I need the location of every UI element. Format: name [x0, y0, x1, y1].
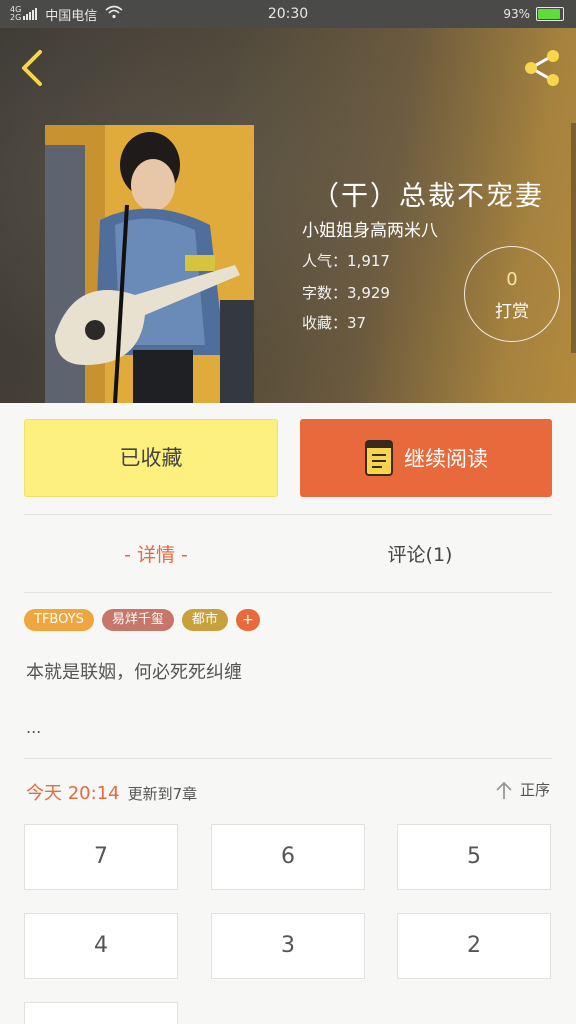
sort-toggle[interactable]: 正序	[494, 779, 550, 800]
word-count-stat: 字数：3,929	[302, 284, 390, 302]
add-tag-button[interactable]: +	[235, 609, 260, 631]
divider	[24, 758, 552, 759]
divider	[24, 514, 552, 515]
battery-percent: 93%	[503, 7, 530, 21]
arrow-up-icon	[496, 781, 512, 799]
divider	[24, 592, 552, 593]
continue-reading-button[interactable]: 继续阅读	[300, 419, 552, 497]
tab-detail[interactable]: - 详情 -	[24, 540, 288, 567]
status-bar: 4G 2G 中国电信 20:30 93%	[0, 0, 576, 28]
chapter-button[interactable]: 4	[24, 913, 178, 979]
book-header: （干）总裁不宠妻 小姐姐身高两米八 人气：1,917 字数：3,929 收藏：3…	[0, 28, 576, 403]
description-more[interactable]: ...	[26, 718, 41, 737]
favorites-stat: 收藏：37	[302, 314, 367, 332]
reward-button[interactable]: 0 打赏	[464, 246, 560, 342]
update-info: 今天 20:14 更新到7章	[26, 779, 197, 805]
update-time: 今天 20:14	[26, 783, 120, 804]
chapter-button[interactable]	[24, 1002, 178, 1024]
tag-item[interactable]: TFBOYS	[24, 609, 94, 631]
book-cover-image[interactable]	[45, 125, 254, 403]
book-description: 本就是联姻，何必死死纠缠	[26, 662, 242, 683]
reward-count: 0	[506, 269, 518, 290]
update-text: 更新到7章	[127, 785, 198, 803]
back-arrow-icon[interactable]	[16, 48, 50, 88]
chapter-button[interactable]: 7	[24, 824, 178, 890]
book-title: （干）总裁不宠妻	[312, 181, 544, 212]
tag-list: TFBOYS 易烊千玺 都市 +	[24, 609, 260, 631]
chapter-button[interactable]: 5	[397, 824, 551, 890]
sort-label: 正序	[519, 781, 550, 799]
book-author[interactable]: 小姐姐身高两米八	[302, 216, 438, 241]
chapter-button[interactable]: 3	[211, 913, 365, 979]
tag-item[interactable]: 都市	[181, 609, 228, 631]
reward-label: 打赏	[495, 302, 529, 322]
book-icon	[365, 440, 393, 476]
continue-reading-label: 继续阅读	[404, 447, 488, 471]
chapter-button[interactable]: 6	[211, 824, 365, 890]
battery-icon	[536, 7, 564, 21]
clock: 20:30	[267, 6, 309, 22]
chapter-button[interactable]: 2	[397, 913, 551, 979]
tab-comments[interactable]: 评论(1)	[288, 540, 552, 567]
tag-item[interactable]: 易烊千玺	[101, 609, 174, 631]
popularity-stat: 人气：1,917	[302, 252, 390, 270]
share-icon[interactable]	[520, 46, 564, 90]
favorited-button[interactable]: 已收藏	[24, 419, 278, 497]
scrollbar[interactable]	[571, 123, 576, 353]
